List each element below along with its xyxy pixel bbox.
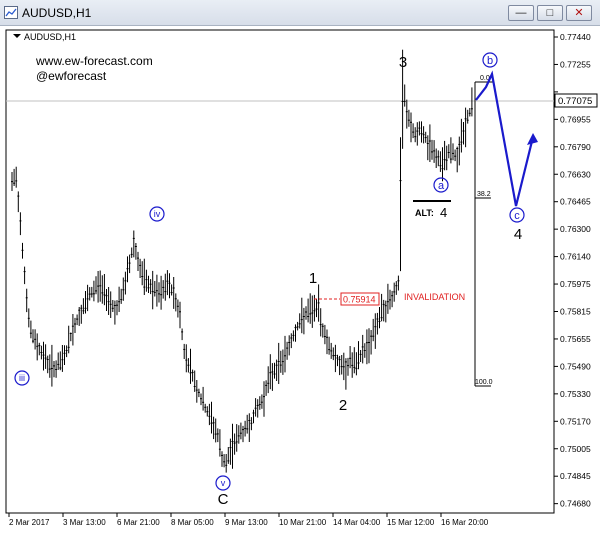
time-axis: 2 Mar 2017 3 Mar 13:00 6 Mar 21:00 8 Mar 05… xyxy=(8,513,489,527)
wave-v-label: v xyxy=(221,478,226,488)
price-tick-label: 0.75170 xyxy=(560,416,591,426)
price-tick-label: 0.76300 xyxy=(560,224,591,234)
wave-C-label: C xyxy=(218,491,229,508)
current-price-label: 0.77075 xyxy=(558,96,592,107)
price-chart[interactable]: 0.77440 0.77255 0.76955 0.76790 0.76630 0.764… xyxy=(0,26,600,537)
wave-b-label: b xyxy=(487,55,493,67)
price-tick-label: 0.75330 xyxy=(560,389,591,399)
price-tick-label: 0.74680 xyxy=(560,499,591,509)
price-tick-label: 0.75655 xyxy=(560,334,591,344)
price-tick-label: 0.77255 xyxy=(560,59,591,69)
price-tick-label: 0.75975 xyxy=(560,279,591,289)
price-tick-label: 0.76465 xyxy=(560,197,591,207)
chart-area[interactable]: 0.77440 0.77255 0.76955 0.76790 0.76630 0.764… xyxy=(0,26,600,537)
time-tick-label: 10 Mar 21:00 xyxy=(279,518,327,527)
watermark-line-1: www.ew-forecast.com xyxy=(35,54,153,68)
wave-4-label: 4 xyxy=(514,226,522,243)
wave-c-label: c xyxy=(514,210,520,222)
invalidation-price: 0.75914 xyxy=(343,295,376,305)
invalidation-label: INVALIDATION xyxy=(404,292,465,302)
fib-level-382-label: 38.2 xyxy=(477,191,491,198)
wave-iii-label: iii xyxy=(19,373,25,383)
time-tick-label: 8 Mar 05:00 xyxy=(171,518,214,527)
fib-level-100-label: 100.0 xyxy=(475,379,493,386)
maximize-button[interactable]: □ xyxy=(537,5,563,21)
price-tick-label: 0.76630 xyxy=(560,169,591,179)
alt-label: ALT: xyxy=(415,208,434,218)
wave-1-label: 1 xyxy=(309,270,317,287)
price-tick-label: 0.75815 xyxy=(560,307,591,317)
alt-wave-label: 4 xyxy=(440,205,447,220)
minimize-button[interactable]: — xyxy=(508,5,534,21)
chart-icon xyxy=(4,6,18,19)
window-title: AUDUSD,H1 xyxy=(22,6,92,20)
wave-3-label: 3 xyxy=(399,54,407,71)
price-tick-label: 0.76955 xyxy=(560,114,591,124)
wave-2-label: 2 xyxy=(339,397,347,414)
wave-iv-label: iv xyxy=(154,209,161,219)
time-tick-label: 14 Mar 04:00 xyxy=(333,518,381,527)
time-tick-label: 9 Mar 13:00 xyxy=(225,518,268,527)
chart-window: AUDUSD,H1 — □ ✕ 0.77440 0.77255 0.76955 0.7… xyxy=(0,0,600,537)
price-tick-label: 0.75490 xyxy=(560,361,591,371)
title-bar[interactable]: AUDUSD,H1 — □ ✕ xyxy=(0,0,600,26)
wave-a-label: a xyxy=(438,180,445,192)
symbol-label: AUDUSD,H1 xyxy=(24,32,76,42)
price-tick-label: 0.76140 xyxy=(560,252,591,262)
price-tick-label: 0.75005 xyxy=(560,444,591,454)
time-tick-label: 3 Mar 13:00 xyxy=(63,518,106,527)
time-tick-label: 6 Mar 21:00 xyxy=(117,518,160,527)
time-tick-label: 16 Mar 20:00 xyxy=(441,518,489,527)
close-button[interactable]: ✕ xyxy=(566,5,592,21)
watermark-line-2: @ewforecast xyxy=(36,69,107,83)
price-tick-label: 0.77440 xyxy=(560,32,591,42)
price-tick-label: 0.74845 xyxy=(560,471,591,481)
time-tick-label: 15 Mar 12:00 xyxy=(387,518,435,527)
time-tick-label: 2 Mar 2017 xyxy=(9,518,50,527)
price-tick-label: 0.76790 xyxy=(560,142,591,152)
